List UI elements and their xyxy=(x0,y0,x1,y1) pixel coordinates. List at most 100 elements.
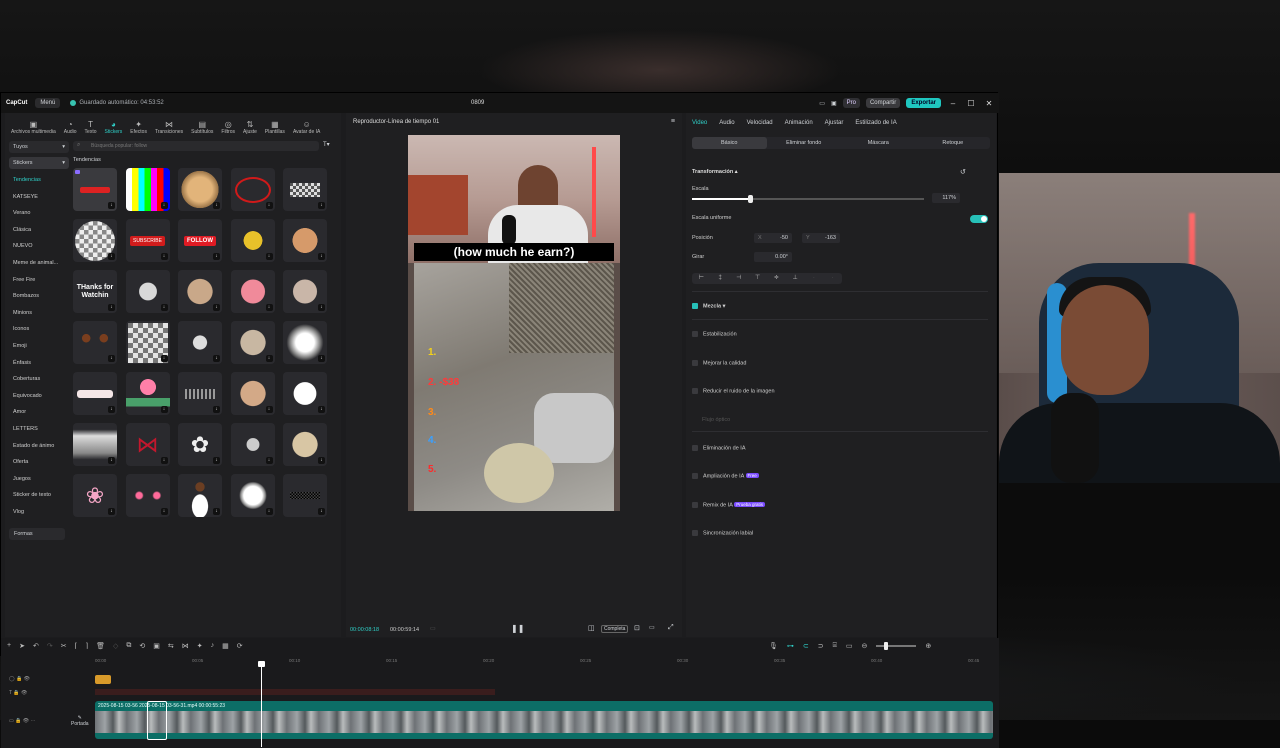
video-clip[interactable]: 2025-08-15 03-56 2025-08-15 03-56-31.mp4… xyxy=(95,701,993,739)
sticker-tile[interactable]: ↓ xyxy=(178,474,222,517)
sticker-tile[interactable]: ↓ xyxy=(178,321,222,364)
mix-checkbox[interactable] xyxy=(692,303,698,309)
option-lipsync[interactable]: Sincronización labial xyxy=(692,530,753,536)
position-y-input[interactable]: Y -163 xyxy=(802,233,840,243)
export-button[interactable]: Exportar xyxy=(906,98,941,108)
tool-ai-avatar[interactable]: ☺ Avatar de IA xyxy=(289,120,324,135)
option-ai-removal[interactable]: Eliminación de IA xyxy=(692,445,746,451)
fullscreen-preview-icon[interactable]: ◫ xyxy=(588,624,595,632)
rotate-input[interactable]: 0.00° xyxy=(754,252,792,262)
sticker-tile[interactable]: ↓ xyxy=(283,321,327,364)
category-item[interactable]: Clásica xyxy=(9,223,69,240)
tool-adjust[interactable]: ⇅ Ajuste xyxy=(239,120,261,135)
option-denoise[interactable]: Reducir el ruido de la imagen xyxy=(692,388,775,394)
crop-icon[interactable]: ⧉ xyxy=(126,642,131,650)
align-bottom-icon[interactable]: ⊥ xyxy=(786,273,805,284)
option-ai-remix[interactable]: Remix de IA Prueba gratis xyxy=(692,502,765,508)
layout-icon[interactable]: ▭ xyxy=(819,100,825,107)
zoom-in-icon[interactable]: ⊕ xyxy=(925,642,931,650)
sticker-search-input[interactable]: Búsqueda popular: follow xyxy=(73,141,319,151)
tab-ai-style[interactable]: Estilizado de IA xyxy=(855,120,896,126)
effect-track-controls[interactable]: T 🔒 👁 xyxy=(9,690,27,696)
snap-icon[interactable]: ⊃ xyxy=(818,642,824,650)
uniform-scale-toggle[interactable] xyxy=(970,215,988,223)
split-left-icon[interactable]: ⌈ xyxy=(75,642,78,650)
sticker-tile[interactable]: ↓ xyxy=(283,423,327,466)
ratio-button[interactable]: Completa xyxy=(601,625,629,633)
category-item[interactable]: Juegos xyxy=(9,472,69,489)
sticker-tile[interactable]: ↓ xyxy=(125,372,170,415)
tab-video[interactable]: Video xyxy=(692,120,707,126)
sticker-tile[interactable]: ↓ xyxy=(230,372,275,415)
align-right-icon[interactable]: ⊣ xyxy=(730,273,749,284)
subtab-remove-bg[interactable]: Eliminar fondo xyxy=(767,137,842,149)
mirror-icon[interactable]: ⋈ xyxy=(182,642,189,650)
tab-audio[interactable]: Audio xyxy=(719,120,734,126)
sticker-tile[interactable]: SUBSCRIBE ↓ xyxy=(125,219,170,262)
category-item[interactable]: LETTERS xyxy=(9,422,69,439)
zoom-slider[interactable] xyxy=(876,642,917,650)
option-quality[interactable]: Mejorar la calidad xyxy=(692,360,746,366)
option-checkbox[interactable] xyxy=(692,331,698,337)
align-left-icon[interactable]: ⊢ xyxy=(692,273,711,284)
sticker-tile[interactable]: ↓ xyxy=(230,219,275,262)
tool-transitions[interactable]: ⋈ Transiciones xyxy=(151,120,187,135)
sticker-tile[interactable]: ↓ xyxy=(283,219,327,262)
link-icon[interactable]: ⊶ xyxy=(787,642,794,650)
option-checkbox[interactable] xyxy=(692,388,698,394)
sticker-tile[interactable]: ↓ xyxy=(178,270,222,313)
option-ai-upscale[interactable]: Ampliación de IA Free xyxy=(692,473,759,479)
delete-icon[interactable]: 🗑 xyxy=(96,642,105,650)
align-top-icon[interactable]: ⊤ xyxy=(748,273,767,284)
menu-button[interactable]: Menú xyxy=(35,98,61,108)
zoom-knob[interactable] xyxy=(884,642,889,650)
sticker-tile[interactable]: ⋈ ↓ xyxy=(125,423,170,466)
share-button[interactable]: Compartir xyxy=(865,98,901,108)
expand-icon[interactable]: ⤢ xyxy=(668,624,674,632)
scale-slider-knob[interactable] xyxy=(747,195,753,203)
tool-subtitles[interactable]: ▤ Subtítulos xyxy=(187,120,217,135)
reset-icon[interactable]: ↺ xyxy=(960,168,966,176)
align-extra2-icon[interactable]: · xyxy=(823,273,842,284)
category-item[interactable]: Verano xyxy=(9,206,69,223)
sticker-tile[interactable]: ↓ xyxy=(178,372,222,415)
option-checkbox[interactable] xyxy=(692,360,698,366)
tab-speed[interactable]: Velocidad xyxy=(747,120,773,126)
dropdown-tuyos[interactable]: Tuyos ▾ xyxy=(9,141,69,153)
select-icon[interactable]: ➤ xyxy=(19,642,25,650)
position-x-input[interactable]: X -50 xyxy=(754,233,792,243)
aspect-icon[interactable]: ▭ xyxy=(649,624,655,631)
category-item[interactable]: Equivocado xyxy=(9,389,69,406)
split-right-icon[interactable]: ⌉ xyxy=(85,642,88,650)
category-item[interactable]: Sticker de texto xyxy=(9,488,69,505)
sticker-tile[interactable]: ↓ xyxy=(230,423,275,466)
category-item[interactable]: Oferta xyxy=(9,455,69,472)
reverse-icon[interactable]: ⇆ xyxy=(168,642,174,650)
tool-text[interactable]: T Texto xyxy=(81,120,101,135)
tool-stickers[interactable]: ◕ Stickers xyxy=(101,120,127,135)
rotate-icon[interactable]: ⟲ xyxy=(139,642,145,650)
sticker-tile[interactable]: ↓ xyxy=(73,219,117,262)
more-icon[interactable]: ⟳ xyxy=(237,642,243,650)
sticker-tile[interactable]: ↓ xyxy=(283,270,327,313)
text-track-controls[interactable]: ◯ 🔒 👁 xyxy=(9,676,30,682)
text-clip[interactable] xyxy=(95,675,111,684)
text-style-icon[interactable]: T▾ xyxy=(323,141,330,148)
sticker-tile[interactable]: ↓ xyxy=(283,372,327,415)
preview-axis-icon[interactable]: ⌸ xyxy=(833,642,837,650)
cover-button[interactable]: ✎ Portada xyxy=(71,715,89,727)
sticker-tile[interactable]: FOLLOW ↓ xyxy=(178,219,222,262)
category-item[interactable]: KATSEYE xyxy=(9,190,69,207)
redo-icon[interactable]: ↷ xyxy=(47,642,53,650)
mic-icon[interactable]: 🎙 xyxy=(769,642,778,650)
add-icon[interactable]: + xyxy=(7,642,11,650)
tool-templates[interactable]: ▦ Plantillas xyxy=(261,120,289,135)
align-middle-icon[interactable]: ≑ xyxy=(767,273,786,284)
transform-header[interactable]: Transformación ▴ xyxy=(692,169,738,175)
category-item[interactable]: Minions xyxy=(9,306,69,323)
align-extra-icon[interactable]: · xyxy=(805,273,824,284)
category-item[interactable]: Estado de ánimo xyxy=(9,439,69,456)
ai-icon[interactable]: ✦ xyxy=(197,642,203,650)
category-item[interactable]: NUEVO xyxy=(9,239,69,256)
pause-icon[interactable]: ❚❚ xyxy=(511,624,524,633)
